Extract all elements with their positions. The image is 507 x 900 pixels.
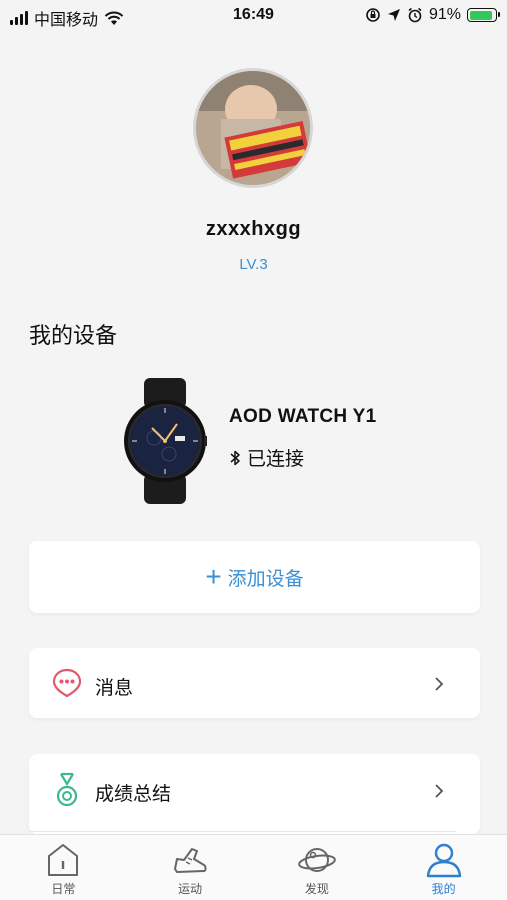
plus-icon: + bbox=[205, 561, 222, 592]
tab-sports[interactable]: 运动 bbox=[127, 835, 254, 900]
messages-label: 消息 bbox=[95, 678, 134, 699]
device-connection-status: 已连接 bbox=[229, 444, 304, 471]
planet-icon bbox=[298, 848, 336, 872]
watch-image[interactable] bbox=[122, 376, 207, 506]
chevron-right-icon bbox=[435, 677, 444, 691]
tab-bar: 日常 运动 发现 我的 bbox=[0, 834, 507, 900]
tab-label: 日常 bbox=[51, 882, 76, 896]
divider bbox=[29, 831, 456, 832]
device-name[interactable]: AOD WATCH Y1 bbox=[229, 406, 377, 428]
status-bar: 中国移动 16:49 91% bbox=[0, 0, 507, 32]
tab-label: 发现 bbox=[304, 882, 329, 896]
tab-me[interactable]: 我的 bbox=[380, 835, 507, 900]
add-device-label: 添加设备 bbox=[227, 568, 304, 590]
avatar-photo bbox=[196, 71, 310, 185]
message-icon bbox=[52, 668, 82, 698]
device-status-label: 已连接 bbox=[247, 449, 305, 470]
battery-icon bbox=[467, 8, 500, 22]
user-level: LV.3 bbox=[239, 256, 268, 273]
bluetooth-icon bbox=[230, 450, 240, 465]
chevron-right-icon bbox=[435, 784, 444, 798]
section-title-my-devices: 我的设备 bbox=[29, 323, 118, 348]
screen-rotation-lock-icon bbox=[366, 8, 380, 22]
alarm-icon bbox=[408, 7, 422, 23]
person-icon bbox=[426, 843, 461, 878]
tab-daily[interactable]: 日常 bbox=[0, 835, 127, 900]
medal-icon bbox=[56, 772, 78, 807]
status-right: 91% bbox=[365, 6, 500, 24]
location-arrow-icon bbox=[387, 9, 400, 21]
home-icon bbox=[48, 844, 79, 876]
summary-label: 成绩总结 bbox=[95, 784, 172, 805]
menu-item-messages[interactable]: 消息 bbox=[29, 648, 480, 718]
running-shoe-icon bbox=[174, 848, 207, 873]
tab-label: 我的 bbox=[431, 882, 456, 896]
battery-percent: 91% bbox=[428, 6, 461, 23]
menu-item-achievement-summary[interactable]: 成绩总结 bbox=[29, 754, 480, 834]
avatar[interactable] bbox=[193, 68, 313, 188]
add-device-button[interactable]: + 添加设备 bbox=[29, 541, 480, 613]
tab-discover[interactable]: 发现 bbox=[254, 835, 381, 900]
username: zxxxhxgg bbox=[205, 218, 302, 240]
tab-label: 运动 bbox=[178, 882, 203, 896]
